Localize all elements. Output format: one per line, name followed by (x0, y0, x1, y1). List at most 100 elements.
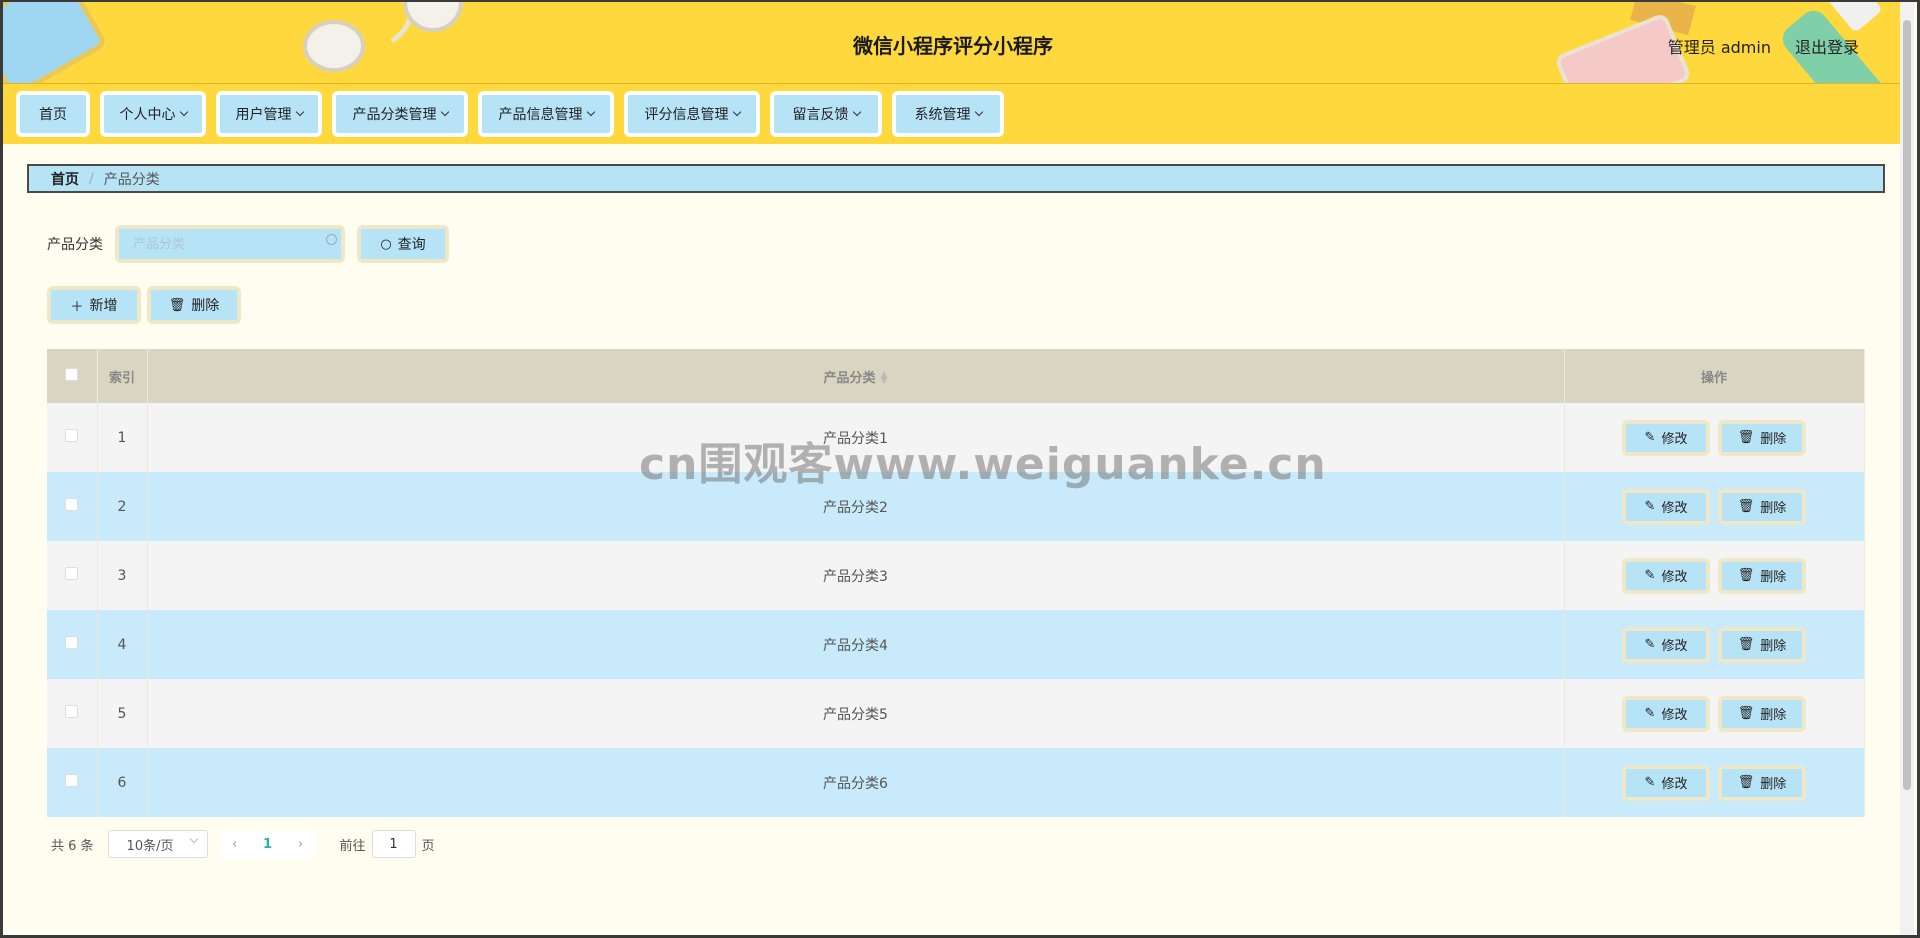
top-nav: 首页 个人中心 用户管理 产品分类管理 产品信息管理 评分信息管理 留言反馈 系… (3, 84, 1903, 144)
table-header-row: 索引 产品分类 ▲ ▼ 操作 (47, 349, 1865, 403)
goto-label: 前往 (339, 838, 366, 854)
delete-button[interactable]: 🗑 删除 (1722, 699, 1802, 728)
edit-button-label: 修改 (1661, 639, 1688, 654)
vertical-scrollbar[interactable] (1900, 2, 1914, 935)
nav-item-label: 个人中心 (119, 107, 176, 123)
chevron-down-icon (295, 107, 304, 117)
nav-item-label: 产品分类管理 (352, 107, 437, 123)
category-table: 索引 产品分类 ▲ ▼ 操作 1 产品分类1 ✎ 修改 🗑 删除 2 产品分类2… (47, 349, 1865, 817)
sort-icon[interactable]: ▲ ▼ (881, 371, 888, 386)
delete-button[interactable]: 🗑 删除 (1722, 423, 1802, 452)
pencil-icon: ✎ (1644, 637, 1656, 652)
nav-item-product-management[interactable]: 产品信息管理 (478, 91, 614, 137)
nav-item-system-management[interactable]: 系统管理 (892, 91, 1004, 137)
delete-button[interactable]: 🗑 删除 (1722, 492, 1802, 521)
chevron-down-icon (189, 834, 198, 844)
row-checkbox[interactable] (65, 636, 79, 649)
delete-button[interactable]: 🗑 删除 (1722, 768, 1802, 797)
logout-button[interactable]: 退出登录 (1795, 34, 1859, 58)
pagination: 共 6 条 10条/页 ‹ 1 › 前往 1 页 (51, 830, 435, 858)
column-header-label: 产品分类 (823, 370, 876, 386)
chevron-left-icon: ‹ (231, 836, 238, 852)
row-checkbox[interactable] (65, 774, 79, 787)
chevron-down-icon (974, 107, 983, 117)
nav-item-feedback[interactable]: 留言反馈 (770, 91, 882, 137)
actions-row: ＋ 新增 🗑 删除 (47, 286, 241, 324)
delete-button[interactable]: 🗑 删除 (1722, 561, 1802, 590)
scrollbar-thumb[interactable] (1903, 20, 1911, 790)
page-number-current[interactable]: 1 (249, 830, 286, 858)
add-button[interactable]: ＋ 新增 (51, 290, 137, 320)
page-size-select[interactable]: 10条/页 (107, 830, 208, 858)
breadcrumb-home[interactable]: 首页 (51, 169, 79, 189)
edit-button[interactable]: ✎ 修改 (1626, 423, 1706, 452)
pencil-icon: ✎ (1644, 430, 1656, 445)
nav-item-personal-center[interactable]: 个人中心 (100, 91, 206, 137)
nav-item-label: 首页 (39, 107, 67, 123)
delete-button-label: 删除 (1760, 777, 1787, 792)
nav-item-label: 系统管理 (914, 107, 971, 123)
batch-delete-button-label: 删除 (191, 298, 220, 314)
column-header-category[interactable]: 产品分类 ▲ ▼ (147, 349, 1565, 403)
delete-button-label: 删除 (1760, 501, 1787, 516)
edit-button[interactable]: ✎ 修改 (1626, 699, 1706, 728)
row-index: 6 (97, 748, 148, 817)
search-button-label: 查询 (397, 237, 426, 253)
chevron-down-icon (179, 107, 188, 117)
delete-button[interactable]: 🗑 删除 (1722, 630, 1802, 659)
search-label: 产品分类 (47, 237, 103, 253)
add-button-frame: ＋ 新增 (47, 286, 141, 324)
row-index: 5 (97, 679, 148, 748)
row-index: 3 (97, 541, 148, 610)
search-button[interactable]: ○ 查询 (361, 229, 445, 259)
batch-delete-button-frame: 🗑 删除 (147, 286, 241, 324)
nav-item-label: 留言反馈 (792, 107, 849, 123)
row-category: 产品分类6 (147, 748, 1565, 817)
trash-icon: 🗑 (1737, 499, 1755, 514)
breadcrumb: 首页 / 产品分类 (27, 164, 1885, 193)
search-input-frame (115, 225, 345, 263)
nav-item-rating-management[interactable]: 评分信息管理 (624, 91, 760, 137)
row-checkbox[interactable] (65, 567, 79, 580)
table-row: 5 产品分类5 ✎ 修改 🗑 删除 (47, 679, 1865, 748)
nav-item-label: 产品信息管理 (498, 107, 583, 123)
trash-icon: 🗑 (1737, 568, 1755, 583)
chevron-down-icon (852, 107, 861, 117)
select-all-checkbox[interactable] (65, 367, 79, 381)
batch-delete-button[interactable]: 🗑 删除 (151, 290, 237, 320)
chevron-down-icon (732, 107, 741, 117)
trash-icon: 🗑 (1737, 430, 1755, 445)
nav-item-category-management[interactable]: 产品分类管理 (332, 91, 468, 137)
edit-button-label: 修改 (1661, 570, 1688, 585)
header: 微信小程序评分小程序 管理员 admin 退出登录 (3, 2, 1903, 84)
app-window: 微信小程序评分小程序 管理员 admin 退出登录 首页 个人中心 用户管理 产… (0, 0, 1920, 938)
nav-item-user-management[interactable]: 用户管理 (216, 91, 322, 137)
app-title: 微信小程序评分小程序 (853, 34, 1053, 58)
nav-item-home[interactable]: 首页 (16, 91, 90, 137)
nav-item-label: 评分信息管理 (644, 107, 729, 123)
edit-button-label: 修改 (1661, 501, 1688, 516)
search-icon: ○ (380, 236, 392, 252)
next-page-button[interactable]: › (285, 830, 316, 858)
pencil-icon: ✎ (1644, 568, 1656, 583)
breadcrumb-separator: / (89, 170, 94, 187)
row-checkbox[interactable] (65, 429, 79, 442)
pagination-total: 共 6 条 (51, 838, 94, 854)
table-row: 6 产品分类6 ✎ 修改 🗑 删除 (47, 748, 1865, 817)
edit-button-label: 修改 (1661, 777, 1688, 792)
prev-page-button[interactable]: ‹ (219, 830, 250, 858)
row-checkbox[interactable] (65, 705, 79, 718)
chevron-right-icon: › (297, 836, 304, 852)
search-input[interactable] (119, 229, 341, 259)
edit-button[interactable]: ✎ 修改 (1626, 492, 1706, 521)
page-unit-label: 页 (421, 838, 435, 854)
user-label: 管理员 admin (1667, 38, 1771, 57)
edit-button[interactable]: ✎ 修改 (1626, 561, 1706, 590)
plus-icon: ＋ (70, 299, 84, 315)
earphone-decoration (403, 2, 463, 32)
edit-button[interactable]: ✎ 修改 (1626, 768, 1706, 797)
edit-button[interactable]: ✎ 修改 (1626, 630, 1706, 659)
row-checkbox[interactable] (65, 498, 79, 511)
goto-page-input[interactable]: 1 (371, 830, 416, 858)
add-button-label: 新增 (89, 298, 118, 314)
